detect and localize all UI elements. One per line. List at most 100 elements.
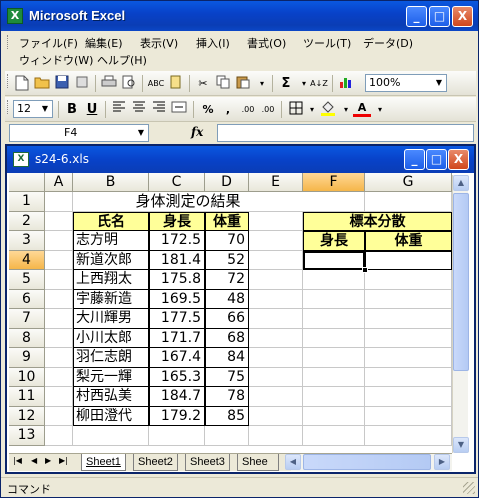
chevron-down-icon[interactable]: ▼	[38, 101, 52, 117]
vertical-scrollbar[interactable]: ▲ ▼	[452, 175, 469, 453]
grid-cell[interactable]	[303, 387, 365, 407]
permission-icon[interactable]	[73, 75, 91, 92]
font-size-combo[interactable]: 12 ▼	[13, 100, 53, 118]
weight-cell[interactable]: 48	[205, 289, 249, 309]
grid-cell[interactable]	[249, 328, 303, 348]
column-header[interactable]: G	[365, 173, 452, 192]
row-header[interactable]: 9	[9, 348, 45, 368]
sheet-tab-3[interactable]: Sheet3	[185, 454, 230, 471]
row-header[interactable]: 11	[9, 387, 45, 407]
grid-cell[interactable]	[45, 406, 73, 426]
grid-cell[interactable]	[303, 426, 365, 446]
column-header[interactable]: C	[149, 173, 205, 192]
table-header[interactable]: 氏名	[73, 211, 149, 231]
grid-cell[interactable]	[365, 270, 452, 290]
grid-cell[interactable]	[365, 348, 452, 368]
column-header[interactable]: B	[73, 173, 149, 192]
close-button[interactable]: X	[452, 6, 473, 27]
name-cell[interactable]: 梨元一輝	[73, 367, 149, 387]
grid-cell[interactable]	[303, 348, 365, 368]
table-header[interactable]: 体重	[205, 211, 249, 231]
menu-tools[interactable]: ツール(T)	[303, 35, 351, 51]
bold-button[interactable]: B	[63, 101, 81, 118]
grid-cell[interactable]	[303, 270, 365, 290]
fill-handle[interactable]	[362, 267, 368, 273]
toolbar-grip[interactable]	[7, 100, 10, 114]
row-header[interactable]: 6	[9, 289, 45, 309]
minimize-button[interactable]: _	[406, 6, 427, 27]
weight-cell[interactable]: 52	[205, 250, 249, 270]
row-header[interactable]: 4	[9, 250, 45, 270]
name-cell[interactable]: 宇藤新造	[73, 289, 149, 309]
name-cell[interactable]: 上西翔太	[73, 270, 149, 290]
grid-cell[interactable]	[303, 367, 365, 387]
paste-icon[interactable]	[234, 75, 252, 92]
first-sheet-icon[interactable]: |◀	[13, 456, 22, 465]
underline-button[interactable]: U	[83, 101, 101, 118]
chevron-down-icon[interactable]: ▼	[432, 75, 446, 91]
row-header[interactable]: 10	[9, 367, 45, 387]
grid-cell[interactable]	[73, 426, 149, 446]
height-cell[interactable]: 172.5	[149, 231, 205, 251]
name-cell[interactable]: 羽仁志朗	[73, 348, 149, 368]
name-cell[interactable]: 新道次郎	[73, 250, 149, 270]
paste-dropdown-icon[interactable]: ▾	[253, 75, 271, 92]
grid-cell[interactable]	[249, 289, 303, 309]
workbook-close-button[interactable]: X	[448, 149, 469, 170]
grid-cell[interactable]	[365, 367, 452, 387]
height-cell[interactable]: 175.8	[149, 270, 205, 290]
column-header[interactable]: E	[249, 173, 303, 192]
stdev-header[interactable]: 体重	[365, 231, 452, 251]
resize-grip-icon[interactable]	[463, 482, 475, 494]
menu-help[interactable]: ヘルプ(H)	[97, 52, 147, 68]
grid-cell[interactable]	[45, 328, 73, 348]
sheet-tab-4[interactable]: Shee	[237, 454, 279, 471]
menu-format[interactable]: 書式(O)	[247, 35, 286, 51]
grid-cell[interactable]	[45, 367, 73, 387]
menu-data[interactable]: データ(D)	[363, 35, 413, 51]
weight-cell[interactable]: 70	[205, 231, 249, 251]
column-header[interactable]: A	[45, 173, 73, 192]
horizontal-scroll-thumb[interactable]	[303, 454, 431, 470]
weight-cell[interactable]: 78	[205, 387, 249, 407]
fill-color-icon[interactable]	[319, 101, 337, 118]
height-cell[interactable]: 165.3	[149, 367, 205, 387]
grid-cell[interactable]	[45, 192, 73, 212]
vertical-scroll-thumb[interactable]	[453, 193, 469, 371]
grid-cell[interactable]	[249, 250, 303, 270]
open-folder-icon[interactable]	[33, 75, 51, 92]
scroll-up-icon[interactable]: ▲	[453, 175, 469, 191]
zoom-combo[interactable]: 100% ▼	[365, 74, 447, 92]
grid-cell[interactable]	[249, 348, 303, 368]
menu-view[interactable]: 表示(V)	[140, 35, 178, 51]
decrease-decimal-button[interactable]: .00	[259, 101, 277, 118]
row-header[interactable]: 5	[9, 270, 45, 290]
cell-g4[interactable]	[365, 250, 452, 270]
autosum-icon[interactable]: Σ	[277, 75, 295, 92]
height-cell[interactable]: 169.5	[149, 289, 205, 309]
name-box[interactable]: F4 ▼	[9, 124, 149, 142]
menu-edit[interactable]: 編集(E)	[85, 35, 123, 51]
prev-sheet-icon[interactable]: ◀	[31, 456, 37, 465]
sheet-tab-1[interactable]: Sheet1	[81, 454, 126, 471]
new-document-icon[interactable]	[13, 75, 31, 92]
column-header[interactable]: F	[303, 173, 365, 192]
grid-cell[interactable]	[249, 367, 303, 387]
grid-cell[interactable]	[249, 270, 303, 290]
grid-cell[interactable]	[249, 426, 303, 446]
grid-cell[interactable]	[45, 211, 73, 231]
formula-input[interactable]	[217, 124, 474, 142]
row-header[interactable]: 2	[9, 211, 45, 231]
percent-style-button[interactable]: %	[199, 101, 217, 118]
grid-cell[interactable]	[365, 328, 452, 348]
height-cell[interactable]: 167.4	[149, 348, 205, 368]
stdev-header[interactable]: 身長	[303, 231, 365, 251]
scroll-down-icon[interactable]: ▼	[453, 437, 469, 453]
menu-file[interactable]: ファイル(F)	[19, 35, 78, 51]
row-header[interactable]: 8	[9, 328, 45, 348]
selected-cell-f4[interactable]	[303, 250, 365, 270]
merge-center-icon[interactable]	[170, 101, 188, 118]
name-cell[interactable]: 柳田澄代	[73, 406, 149, 426]
name-cell[interactable]: 小川太郎	[73, 328, 149, 348]
name-cell[interactable]: 村西弘美	[73, 387, 149, 407]
